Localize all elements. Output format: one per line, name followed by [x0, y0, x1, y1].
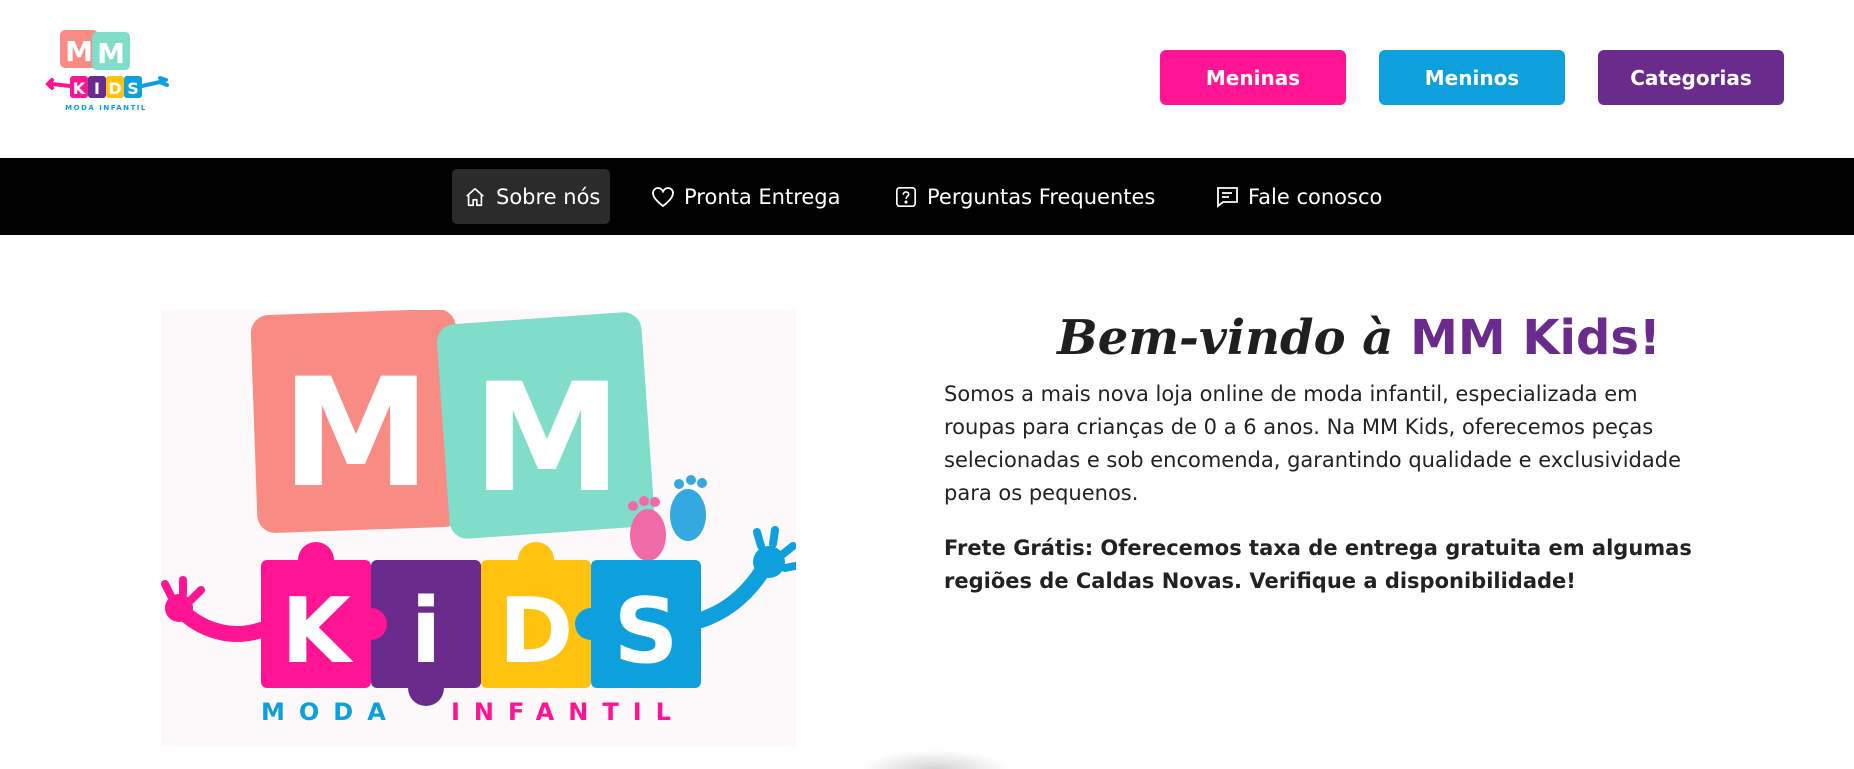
nav-item-label: Perguntas Frequentes	[927, 184, 1156, 209]
hero-letter-i: i	[411, 579, 442, 684]
welcome-script: Bem-vindo à	[1057, 310, 1394, 366]
svg-text:MODA: MODA	[261, 698, 400, 726]
svg-text:M: M	[472, 352, 621, 526]
svg-text:INFANTIL: INFANTIL	[451, 698, 685, 726]
brand-logo[interactable]: M M K I D S MODA INFANTIL	[40, 24, 190, 124]
question-icon	[893, 184, 919, 210]
hero-letter-k: K	[281, 579, 354, 684]
boys-button[interactable]: Meninos	[1379, 50, 1565, 105]
scroll-shadow	[860, 750, 1010, 769]
nav-item-label: Fale conosco	[1248, 184, 1383, 209]
heart-icon	[650, 184, 676, 210]
site-header: M M K I D S MODA INFANTIL Meninas Menino…	[0, 0, 1854, 158]
hero-letter-d: D	[499, 579, 574, 684]
welcome-heading: Bem-vindo à MM Kids!	[944, 308, 1774, 368]
nav-item-ready-delivery[interactable]: Pronta Entrega	[640, 169, 851, 224]
nav-item-label: Sobre nós	[496, 184, 601, 209]
hero-letter-s: S	[614, 579, 679, 684]
nav-item-label: Pronta Entrega	[684, 184, 841, 209]
mm-kids-logo: M M K i D S MODA INFANTIL	[161, 310, 796, 726]
nav-item-contact[interactable]: Fale conosco	[1204, 169, 1392, 224]
svg-text:M: M	[281, 347, 430, 521]
intro-paragraph: Somos a mais nova loja online de moda in…	[944, 382, 1682, 505]
free-shipping-notice: Frete Grátis: Oferecemos taxa de entrega…	[944, 536, 1692, 593]
svg-text:MODA INFANTIL: MODA INFANTIL	[65, 104, 147, 112]
svg-text:M: M	[97, 37, 125, 70]
svg-text:D: D	[108, 79, 121, 98]
svg-text:I: I	[94, 79, 100, 98]
svg-text:M: M	[65, 35, 93, 68]
svg-text:K: K	[73, 79, 86, 98]
message-icon	[1214, 184, 1240, 210]
svg-text:S: S	[127, 79, 139, 98]
categories-button[interactable]: Categorias	[1598, 50, 1784, 105]
main-nav: Sobre nós Pronta Entrega Perguntas Frequ…	[0, 158, 1854, 235]
nav-item-about[interactable]: Sobre nós	[452, 169, 611, 224]
home-icon	[462, 184, 488, 210]
girls-button[interactable]: Meninas	[1160, 50, 1346, 105]
hero-logo-image: M M K i D S MODA INFANTIL	[161, 310, 796, 746]
welcome-brand: MM Kids!	[1410, 310, 1661, 366]
nav-item-faq[interactable]: Perguntas Frequentes	[883, 169, 1165, 224]
